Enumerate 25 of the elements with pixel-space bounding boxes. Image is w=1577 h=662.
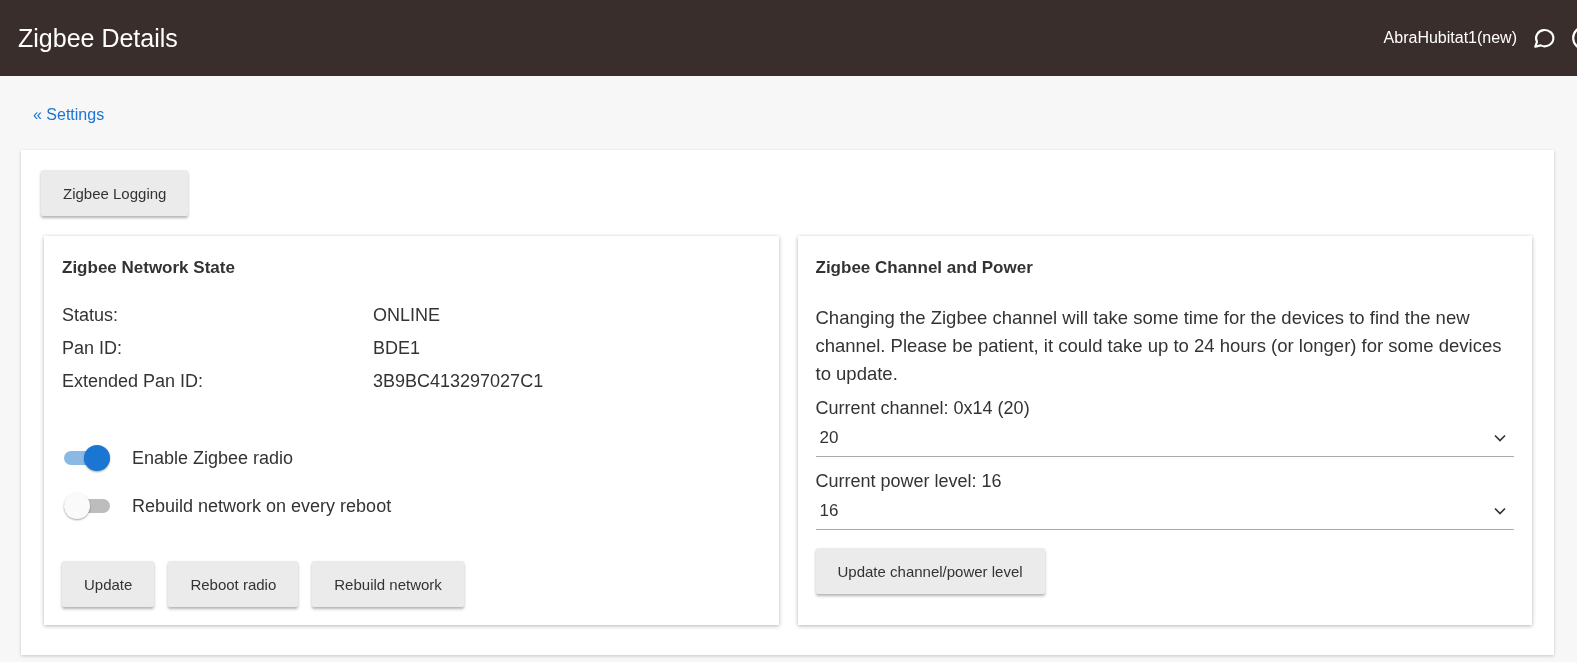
settings-link[interactable]: « Settings bbox=[33, 106, 105, 124]
toggle-switch[interactable] bbox=[62, 443, 112, 473]
field-value: 3B9BC413297027C1 bbox=[373, 370, 545, 393]
update-channel-button[interactable]: Update channel/power level bbox=[815, 548, 1045, 594]
action-button[interactable]: Rebuild network bbox=[312, 561, 464, 607]
field-label: Status: bbox=[62, 304, 120, 327]
toggle-label: Rebuild network on every reboot bbox=[132, 495, 392, 517]
action-button[interactable]: Update bbox=[62, 561, 155, 607]
card-title: Zigbee Network State bbox=[62, 258, 236, 278]
toggle-label: Enable Zigbee radio bbox=[132, 447, 294, 469]
card-title: Zigbee Channel and Power bbox=[815, 258, 1034, 278]
field-value: BDE1 bbox=[373, 337, 422, 360]
field-label: Pan ID: bbox=[62, 337, 124, 360]
toggle-switch[interactable] bbox=[62, 491, 112, 521]
description-text: Changing the Zigbee channel will take some time for the devices to find the new channel. Please be patient, it could take up to 24 hours (or longer) for some devices to update. bbox=[815, 306, 1503, 386]
zigbee-logging-button[interactable]: Zigbee Logging bbox=[41, 170, 189, 216]
select-field[interactable]: 20 bbox=[815, 420, 1514, 457]
field-label: Extended Pan ID: bbox=[62, 370, 205, 393]
field-value: ONLINE bbox=[373, 304, 442, 327]
select-label: Current channel: 0x14 (20) bbox=[815, 397, 1031, 420]
select-label: Current power level: 16 bbox=[815, 470, 1003, 493]
hub-name: AbraHubitat1(new) bbox=[1383, 29, 1517, 47]
action-button[interactable]: Reboot radio bbox=[168, 561, 299, 607]
page-title: Zigbee Details bbox=[18, 23, 178, 53]
select-field[interactable]: 16 bbox=[815, 493, 1514, 530]
